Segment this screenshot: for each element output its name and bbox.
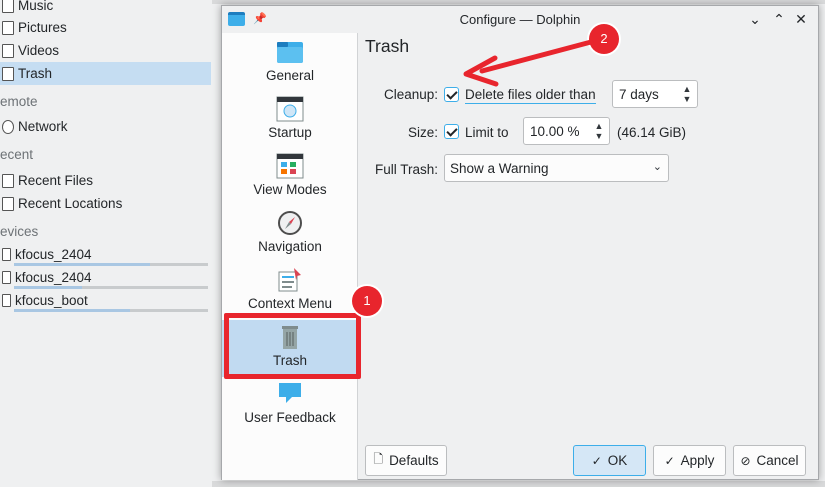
spin-arrows-icon[interactable]: ▲ ▼ [593, 121, 605, 141]
size-percent-value: 10.00 % [530, 123, 580, 139]
places-panel: Music Pictures Videos Trash emote Networ… [0, 0, 212, 487]
page-user-feedback[interactable]: User Feedback [222, 377, 358, 434]
size-checkbox[interactable] [444, 124, 459, 139]
cleanup-checkbox[interactable] [444, 87, 459, 102]
recent-files-icon [2, 173, 14, 188]
places-item-recent-locations[interactable]: Recent Locations [0, 192, 211, 215]
size-checkbox-label[interactable]: Limit to [465, 125, 509, 140]
ok-button[interactable]: ✓ OK [573, 445, 646, 476]
annotation-badge-1: 1 [352, 286, 382, 316]
general-folder-icon [276, 39, 304, 65]
background-toolbar-strip [212, 0, 825, 4]
drive-locked-icon [2, 271, 11, 284]
configure-dialog: 📌 Configure — Dolphin ⌄ ⌃ ✕ General Star… [221, 5, 819, 480]
context-menu-icon [276, 267, 304, 293]
full-trash-label: Full Trash: [374, 162, 438, 177]
device-usage-bar [14, 309, 208, 312]
places-item-pictures[interactable]: Pictures [0, 16, 211, 39]
view-modes-icon [276, 153, 304, 179]
places-item-music[interactable]: Music [0, 0, 211, 17]
places-heading-recent: ecent [0, 147, 34, 162]
cleanup-days-spinbox[interactable]: 7 days ▲ ▼ [612, 80, 698, 108]
drive-icon [2, 248, 11, 261]
pin-icon[interactable]: 📌 [253, 12, 267, 25]
size-label: Size: [407, 125, 438, 140]
startup-window-icon [276, 96, 304, 122]
cleanup-label: Cleanup: [383, 87, 438, 102]
dialog-titlebar[interactable]: 📌 Configure — Dolphin ⌄ ⌃ ✕ [222, 6, 818, 33]
highlight-box-trash-page [224, 313, 361, 379]
chevron-down-icon: ⌄ [652, 161, 662, 173]
settings-content: Trash Cleanup: Delete files older than 7… [359, 33, 818, 480]
minimize-button[interactable]: ⌄ [746, 10, 764, 28]
compass-icon [276, 210, 304, 236]
apply-button[interactable]: ✓ Apply [653, 445, 726, 476]
settings-page-list: General Startup View Modes Navigation Co… [222, 33, 358, 480]
page-title: Trash [365, 36, 410, 56]
page-navigation[interactable]: Navigation [222, 206, 358, 263]
full-trash-value: Show a Warning [450, 160, 549, 176]
full-trash-select[interactable]: Show a Warning ⌄ [444, 154, 669, 182]
page-startup[interactable]: Startup [222, 92, 358, 149]
folder-music-icon [2, 0, 14, 13]
recent-locations-icon [2, 196, 14, 211]
defaults-button[interactable]: 🗋 Defaults [365, 445, 447, 476]
spin-arrows-icon[interactable]: ▲ ▼ [681, 84, 693, 104]
close-button[interactable]: ✕ [792, 10, 810, 28]
cancel-icon: ⊘ [740, 453, 751, 468]
annotation-badge-2: 2 [589, 24, 619, 54]
places-heading-devices: evices [0, 224, 39, 239]
maximize-button[interactable]: ⌃ [770, 10, 788, 28]
background-bottom-strip [212, 481, 825, 487]
dolphin-app-icon [228, 12, 245, 26]
places-item-recent-files[interactable]: Recent Files [0, 169, 211, 192]
page-context-menu[interactable]: Context Menu [222, 263, 358, 320]
places-item-trash[interactable]: Trash [0, 62, 211, 85]
checkmark-icon: ✓ [591, 453, 602, 468]
places-item-network[interactable]: Network [0, 115, 211, 138]
size-percent-spinbox[interactable]: 10.00 % ▲ ▼ [523, 117, 610, 145]
page-general[interactable]: General [222, 35, 358, 92]
cancel-button[interactable]: ⊘ Cancel [733, 445, 806, 476]
folder-pictures-icon [2, 20, 14, 35]
cleanup-checkbox-label[interactable]: Delete files older than [465, 87, 596, 104]
places-item-videos[interactable]: Videos [0, 39, 211, 62]
places-heading-remote: emote [0, 94, 38, 109]
cleanup-days-value: 7 days [619, 86, 659, 102]
network-icon [2, 119, 14, 134]
drive-icon [2, 294, 11, 307]
page-view-modes[interactable]: View Modes [222, 149, 358, 206]
document-icon: 🗋 [373, 452, 384, 466]
dialog-title: Configure — Dolphin [459, 12, 581, 27]
size-info: (46.14 GiB) [617, 125, 687, 140]
feedback-icon [276, 381, 304, 407]
checkmark-icon: ✓ [664, 453, 675, 468]
folder-videos-icon [2, 43, 14, 58]
trash-icon [2, 66, 14, 81]
